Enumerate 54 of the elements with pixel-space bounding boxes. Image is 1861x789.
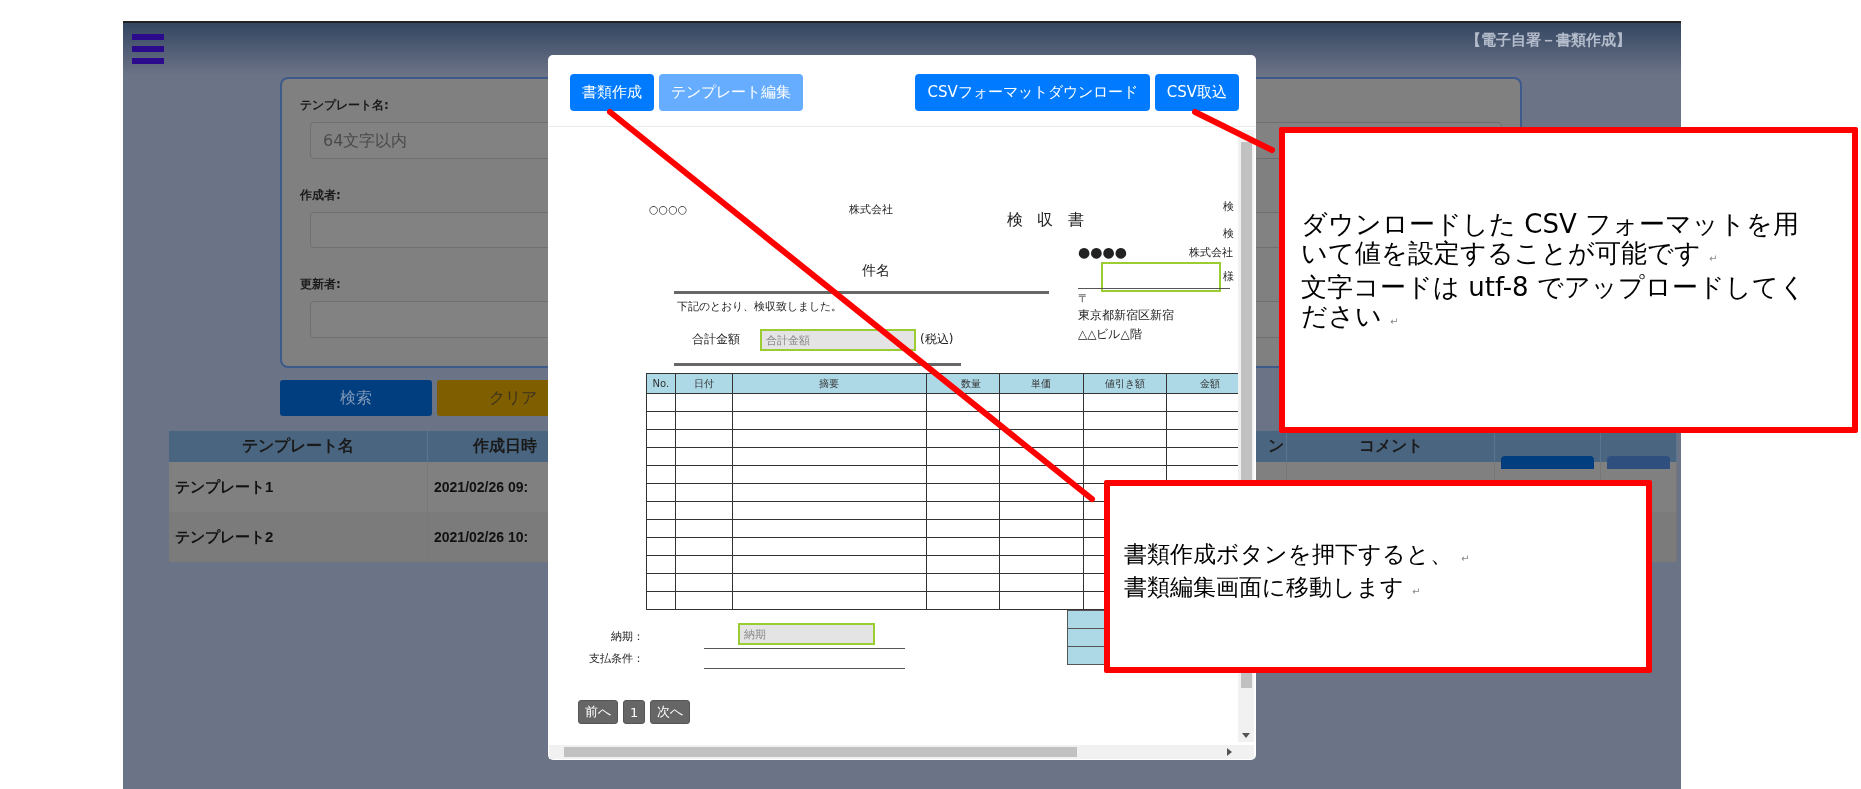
- delivery-field[interactable]: 納期: [738, 623, 875, 645]
- modal-button[interactable]: 書類作成: [570, 74, 654, 111]
- pagination-button[interactable]: 前へ: [578, 700, 618, 724]
- doc-table-header: 単価: [999, 373, 1084, 394]
- callout-text: 書類作成ボタンを押下すると、: [1124, 540, 1453, 567]
- modal-button[interactable]: CSVフォーマットダウンロード: [915, 74, 1150, 111]
- column-header: コメント: [1286, 431, 1495, 462]
- paragraph-mark: ↵: [1461, 552, 1470, 564]
- doc-table-header: 摘要: [732, 373, 927, 394]
- delivery-label: 納期：: [611, 630, 644, 644]
- doc-subject: 件名: [862, 262, 890, 279]
- table-cell: テンプレート2: [169, 512, 428, 562]
- app-title: 【電子自署－書類作成】: [1466, 31, 1631, 50]
- paragraph-mark: ↵: [1709, 253, 1718, 264]
- doc-text: 〒: [1078, 292, 1089, 306]
- document-title: 検収書: [1007, 210, 1099, 230]
- doc-table-header: No.: [646, 373, 676, 394]
- paragraph-mark: ↵: [1390, 316, 1399, 327]
- recipient-name: ●●●●: [1078, 244, 1127, 261]
- callout-text: 文字コードは utf-8 でアップロードしてく: [1301, 272, 1806, 302]
- doc-text: 検: [1223, 200, 1234, 214]
- search-form-button[interactable]: 検索: [280, 380, 432, 416]
- total-label: 合計金額: [692, 332, 740, 347]
- recipient-field[interactable]: [1101, 262, 1221, 292]
- pagination-button[interactable]: 次へ: [650, 700, 691, 724]
- field-label: 作成者:: [300, 186, 341, 204]
- pagination-button[interactable]: 1: [623, 700, 646, 724]
- doc-text: (税込): [920, 332, 954, 347]
- table-cell: テンプレート1: [169, 462, 428, 512]
- doc-statement: 下記のとおり、検収致しました。: [677, 300, 842, 314]
- address-line: 東京都新宿区新宿: [1078, 308, 1174, 323]
- horizontal-scrollbar[interactable]: [549, 745, 1254, 759]
- doc-table-header: 値引き額: [1083, 373, 1167, 394]
- field-label: テンプレート名:: [300, 97, 389, 114]
- doc-text: ○○○○: [649, 203, 688, 217]
- callout-text: 書類編集画面に移動します: [1124, 573, 1404, 600]
- doc-text: 様: [1223, 270, 1234, 284]
- modal-button[interactable]: CSV取込: [1154, 74, 1239, 111]
- field-label: 更新者:: [300, 276, 341, 294]
- doc-text: 株式会社: [1189, 246, 1233, 260]
- callout-text: いて値を設定することが可能です: [1301, 238, 1701, 268]
- address-line: △△ビル△階: [1078, 327, 1142, 342]
- menu-icon[interactable]: [132, 33, 164, 65]
- scroll-right-arrow-icon[interactable]: [1227, 748, 1232, 756]
- column-header: テンプレート名: [169, 431, 428, 462]
- total-amount-field[interactable]: 合計金額: [760, 329, 916, 351]
- doc-text: 株式会社: [849, 203, 893, 217]
- callout-text: ダウンロードした CSV フォーマットを用: [1301, 209, 1799, 239]
- scroll-down-arrow-icon[interactable]: [1242, 733, 1250, 738]
- doc-text: 検: [1223, 227, 1234, 241]
- doc-table-header: 日付: [675, 373, 733, 394]
- paragraph-mark: ↵: [1412, 585, 1421, 597]
- callout-text: ださい: [1301, 301, 1382, 331]
- payment-terms-label: 支払条件：: [589, 652, 644, 666]
